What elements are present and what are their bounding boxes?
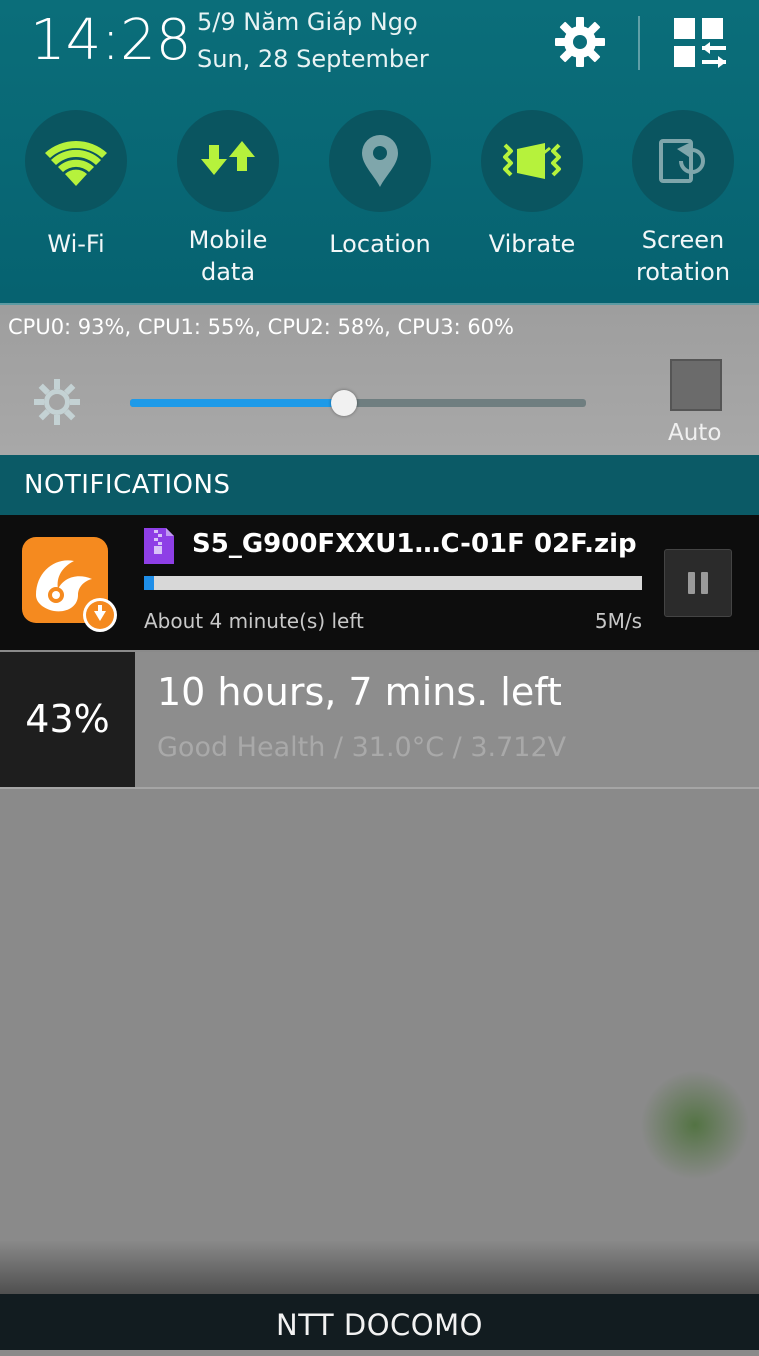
download-time-left: About 4 minute(s) left [144,609,364,633]
toggle-location[interactable]: Location [328,110,432,290]
toggle-screen-rotation[interactable]: Screen rotation [631,110,735,290]
toggle-mobile-data-circle[interactable] [177,110,279,212]
brightness-icon [34,379,80,425]
zip-file-icon [144,528,174,564]
background-blur-blob [640,1070,750,1180]
quick-panel-header: 14:28 5/9 Năm Giáp Ngọ Sun, 28 September [0,0,759,303]
toggle-wifi[interactable]: Wi-Fi [24,110,128,290]
download-notification[interactable]: S5_G900FXXU1…C-01F 02F.zip About 4 minut… [0,515,759,650]
screen-rotation-icon [659,139,705,183]
download-speed: 5M/s [594,609,642,633]
date: Sun, 28 September [197,45,429,73]
header-divider [638,16,640,70]
pause-download-button[interactable] [664,549,732,617]
edit-quick-settings-icon[interactable] [672,16,728,72]
toggle-vibrate-circle[interactable] [481,110,583,212]
toggle-location-label: Location [328,228,432,260]
notifications-header: NOTIFICATIONS [0,455,759,515]
auto-brightness-checkbox[interactable] [670,359,722,411]
brightness-slider-thumb[interactable] [331,390,358,416]
bottom-fade [0,1240,759,1294]
toggle-vibrate-label: Vibrate [480,228,584,260]
date-block: 5/9 Năm Giáp Ngọ Sun, 28 September [197,4,429,78]
toggle-screen-rotation-label-line1: Screen [641,226,725,254]
battery-notification[interactable]: 43% 10 hours, 7 mins. left Good Health /… [0,652,759,789]
brightness-slider[interactable] [130,390,586,416]
vibrate-icon [503,143,561,179]
toggle-vibrate[interactable]: Vibrate [480,110,584,290]
download-progress-fill [144,576,154,590]
toggle-wifi-label-text: Wi-Fi [47,230,105,258]
toggle-mobile-data-label: Mobile data [176,224,280,288]
toggle-wifi-label: Wi-Fi [24,228,128,260]
toggle-screen-rotation-label-line2: rotation [635,258,731,286]
battery-percent: 43% [0,652,135,787]
mobile-data-icon [201,141,255,175]
wifi-icon [45,140,107,186]
toggle-location-circle[interactable] [329,110,431,212]
carrier-label: NTT DOCOMO [0,1294,759,1350]
lunar-date: 5/9 Năm Giáp Ngọ [197,8,418,36]
toggle-wifi-circle[interactable] [25,110,127,212]
toggle-mobile-data-label-line2: data [200,258,256,286]
battery-health: Good Health / 31.0°C / 3.712V [157,732,567,763]
download-progress-bar [144,576,642,590]
cpu-usage-text: CPU0: 93%, CPU1: 55%, CPU2: 58%, CPU3: 6… [8,315,514,339]
battery-time-left: 10 hours, 7 mins. left [157,670,562,714]
brightness-slider-fill [130,399,345,407]
toggle-location-label-text: Location [329,230,431,258]
settings-gear-icon[interactable] [552,14,608,70]
uc-browser-download-icon [22,537,117,632]
location-icon [362,135,398,187]
clock: 14:28 [30,8,192,73]
toggle-vibrate-label-text: Vibrate [488,230,576,258]
toggle-screen-rotation-circle[interactable] [632,110,734,212]
toggle-mobile-data[interactable]: Mobile data [176,110,280,290]
auto-brightness-label: Auto [668,420,722,446]
download-filename: S5_G900FXXU1…C-01F 02F.zip [192,529,637,559]
toggle-mobile-data-label-line1: Mobile [188,226,268,254]
pause-icon [688,572,708,594]
toggle-screen-rotation-label: Screen rotation [631,224,735,288]
cpu-brightness-area: CPU0: 93%, CPU1: 55%, CPU2: 58%, CPU3: 6… [0,303,759,455]
